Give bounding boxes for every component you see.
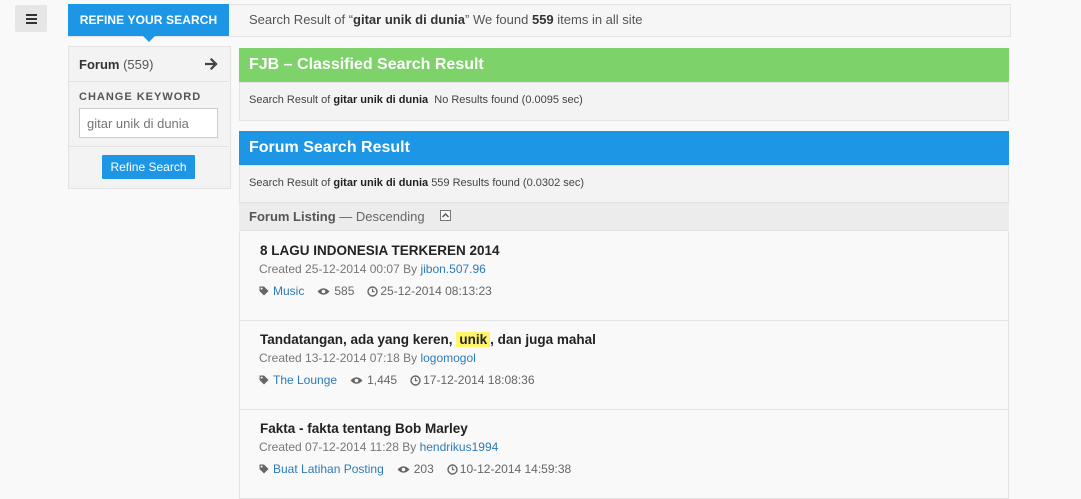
summary-mid: ” We found xyxy=(465,12,532,27)
summary-prefix: Search Result of “ xyxy=(249,12,354,27)
eye-icon xyxy=(317,287,330,296)
arrow-right-icon[interactable] xyxy=(205,58,218,70)
eye-icon xyxy=(350,376,363,385)
title-text: Tandatangan, ada yang keren, xyxy=(260,332,453,347)
keyword-input[interactable] xyxy=(79,108,218,138)
last-post-date: 17-12-2014 18:08:36 xyxy=(423,373,535,387)
thread-title-link[interactable]: 8 LAGU INDONESIA TERKEREN 2014 xyxy=(260,243,500,258)
collapse-toggle[interactable] xyxy=(440,210,451,221)
search-highlight: unik xyxy=(456,332,491,347)
forum-count: (559) xyxy=(123,57,154,72)
created-text: Created 13-12-2014 07:18 By xyxy=(259,351,418,365)
list-item: 8 LAGU INDONESIA TERKEREN 2014 Created 2… xyxy=(239,232,1009,321)
thread-stats: Music 585 25-12-2014 08:13:23 xyxy=(259,284,492,298)
thread-meta: Created 25-12-2014 00:07 By jibon.507.96 xyxy=(259,262,486,276)
list-item: Tandatangan, ada yang keren, unik, dan j… xyxy=(239,321,1009,410)
divider xyxy=(69,146,229,147)
fjb-section-title: FJB – Classified Search Result xyxy=(239,48,1009,82)
fjb-query: gitar unik di dunia xyxy=(333,94,429,106)
thread-stats: Buat Latihan Posting 203 10-12-2014 14:5… xyxy=(259,462,571,476)
forum-label: Forum xyxy=(79,57,120,72)
created-text: Created 07-12-2014 11:28 By xyxy=(259,440,417,454)
forum-section-title: Forum Search Result xyxy=(239,131,1009,165)
search-summary: Search Result of “gitar unik di dunia” W… xyxy=(249,4,643,36)
forum-result-suffix: 559 Results found (0.0302 sec) xyxy=(431,177,585,189)
forum-result-text: Search Result of gitar unik di dunia 559… xyxy=(249,177,584,189)
user-link[interactable]: jibon.507.96 xyxy=(420,262,485,276)
clock-icon xyxy=(447,463,458,475)
user-link[interactable]: logomogol xyxy=(420,351,475,365)
eye-icon xyxy=(397,465,410,474)
forum-result-prefix: Search Result of xyxy=(249,177,331,189)
summary-suffix: items in all site xyxy=(553,12,643,27)
tag-icon xyxy=(259,464,269,474)
category-link[interactable]: Buat Latihan Posting xyxy=(273,462,384,476)
listing-sort: — Descending xyxy=(339,209,425,224)
refine-search-tab[interactable]: REFINE YOUR SEARCH xyxy=(68,4,229,36)
fjb-result-prefix: Search Result of xyxy=(249,94,331,106)
clock-icon xyxy=(367,285,379,297)
last-post-date: 10-12-2014 14:59:38 xyxy=(459,462,572,476)
fjb-result-suffix: No Results found (0.0095 sec) xyxy=(434,94,583,106)
thread-stats: The Lounge 1,445 17-12-2014 18:08:36 xyxy=(259,373,535,387)
chevron-up-icon xyxy=(442,213,449,218)
tab-pointer xyxy=(143,36,155,42)
summary-count: 559 xyxy=(531,12,554,27)
tag-icon xyxy=(259,286,269,296)
divider xyxy=(69,81,229,82)
menu-button[interactable] xyxy=(15,5,47,32)
list-item: Fakta - fakta tentang Bob Marley Created… xyxy=(239,410,1009,499)
thread-meta: Created 13-12-2014 07:18 By logomogol xyxy=(259,351,476,365)
user-link[interactable]: hendrikus1994 xyxy=(420,440,499,454)
forum-listing-label: Forum Listing — Descending xyxy=(249,202,425,231)
thread-title-link[interactable]: Fakta - fakta tentang Bob Marley xyxy=(260,421,468,436)
clock-icon xyxy=(410,374,421,386)
listing-title: Forum Listing xyxy=(249,209,336,224)
summary-query: gitar unik di dunia xyxy=(353,12,465,27)
view-count: 585 xyxy=(334,284,355,298)
category-link[interactable]: The Lounge xyxy=(273,373,337,387)
thread-meta: Created 07-12-2014 11:28 By hendrikus199… xyxy=(259,440,498,454)
fjb-result-text: Search Result of gitar unik di dunia No … xyxy=(249,94,583,106)
hamburger-icon xyxy=(26,14,37,26)
forum-query: gitar unik di dunia xyxy=(333,177,429,189)
thread-title-link[interactable]: Tandatangan, ada yang keren, unik, dan j… xyxy=(260,332,596,347)
refine-search-button[interactable]: Refine Search xyxy=(102,155,195,179)
view-count: 203 xyxy=(413,462,434,476)
view-count: 1,445 xyxy=(367,373,398,387)
title-text: , dan juga mahal xyxy=(490,332,596,347)
sidebar-item-forum[interactable]: Forum (559) xyxy=(79,51,153,79)
tag-icon xyxy=(259,375,269,385)
created-text: Created 25-12-2014 00:07 By xyxy=(259,262,418,276)
category-link[interactable]: Music xyxy=(273,284,304,298)
last-post-date: 25-12-2014 08:13:23 xyxy=(380,284,492,298)
change-keyword-label: CHANGE KEYWORD xyxy=(79,91,202,103)
